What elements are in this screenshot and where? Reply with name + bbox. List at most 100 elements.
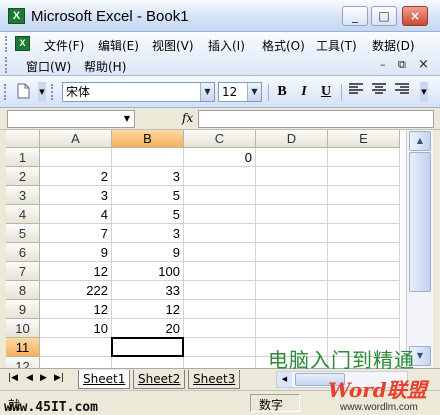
cell[interactable] <box>184 281 256 300</box>
cell[interactable] <box>256 262 328 281</box>
menu-item[interactable]: 文件(F) <box>44 37 84 54</box>
last-sheet-nav-icon[interactable]: ▶| <box>54 373 64 383</box>
cell[interactable] <box>256 186 328 205</box>
select-all-corner[interactable] <box>6 130 40 148</box>
row-header[interactable]: 4 <box>6 205 40 224</box>
font-size-select[interactable]: 12 ▼ <box>218 82 262 102</box>
next-sheet-nav-icon[interactable]: ▶ <box>40 373 47 383</box>
cell[interactable]: 222 <box>40 281 112 300</box>
menubar-grip-icon[interactable] <box>5 36 8 52</box>
doc-close-button[interactable]: × <box>418 57 429 72</box>
cell[interactable]: 9 <box>40 243 112 262</box>
row-header[interactable]: 2 <box>6 167 40 186</box>
cell[interactable] <box>328 319 400 338</box>
row-header[interactable]: 3 <box>6 186 40 205</box>
first-sheet-nav-icon[interactable]: |◀ <box>8 373 18 383</box>
doc-restore-button[interactable]: ⧉ <box>398 58 406 72</box>
toolbar-grip-2-icon[interactable] <box>51 84 54 100</box>
active-cell-selection[interactable] <box>111 337 184 357</box>
align-center-icon[interactable] <box>370 83 388 101</box>
toolbar-overflow-chevron-icon[interactable]: ▼ <box>420 82 428 102</box>
cell[interactable] <box>256 148 328 167</box>
vertical-scrollbar[interactable]: ▲ ▼ <box>406 130 433 368</box>
cell[interactable] <box>328 224 400 243</box>
italic-button[interactable]: I <box>295 83 313 101</box>
doc-minimize-button[interactable]: – <box>380 58 386 71</box>
menu-item[interactable]: 插入(I) <box>208 37 245 54</box>
cell[interactable] <box>40 357 112 368</box>
cell[interactable] <box>112 148 184 167</box>
cell[interactable]: 10 <box>40 319 112 338</box>
sheet-tab[interactable]: Sheet1 <box>78 370 131 389</box>
cell[interactable] <box>256 300 328 319</box>
row-header[interactable]: 11 <box>6 338 40 357</box>
cell[interactable] <box>328 148 400 167</box>
minimize-button[interactable]: _ <box>342 6 368 26</box>
cell[interactable] <box>112 357 184 368</box>
cell[interactable] <box>256 319 328 338</box>
cell[interactable] <box>184 205 256 224</box>
cell[interactable]: 33 <box>112 281 184 300</box>
menu-item[interactable]: 数据(D) <box>372 37 415 54</box>
cell[interactable]: 9 <box>112 243 184 262</box>
cell[interactable]: 3 <box>40 186 112 205</box>
insert-function-fx-icon[interactable]: fx <box>182 111 193 125</box>
column-header[interactable]: E <box>328 130 400 148</box>
row-header[interactable]: 6 <box>6 243 40 262</box>
font-name-chevron-down-icon[interactable]: ▼ <box>200 83 214 101</box>
excel-app-icon[interactable]: X <box>8 8 25 24</box>
bold-button[interactable]: B <box>273 83 291 101</box>
font-size-chevron-down-icon[interactable]: ▼ <box>247 83 261 101</box>
menu-item[interactable]: 窗口(W) <box>26 58 71 75</box>
menu-item[interactable]: 视图(V) <box>152 37 194 54</box>
cell[interactable] <box>328 167 400 186</box>
title-bar[interactable]: X Microsoft Excel - Book1 _ □ × <box>0 0 440 32</box>
cell[interactable] <box>184 338 256 357</box>
column-header[interactable]: A <box>40 130 112 148</box>
cell[interactable] <box>40 148 112 167</box>
row-header[interactable]: 5 <box>6 224 40 243</box>
sheet-tab[interactable]: Sheet2 <box>133 370 186 389</box>
cell[interactable] <box>184 262 256 281</box>
cell[interactable] <box>184 300 256 319</box>
align-right-icon[interactable] <box>393 83 411 101</box>
cell[interactable] <box>256 243 328 262</box>
cell[interactable] <box>328 262 400 281</box>
cell[interactable] <box>256 167 328 186</box>
cell[interactable]: 3 <box>112 167 184 186</box>
align-left-icon[interactable] <box>347 83 365 101</box>
sheet-tab[interactable]: Sheet3 <box>188 370 241 389</box>
name-box-chevron-down-icon[interactable]: ▼ <box>120 111 134 127</box>
cell[interactable]: 0 <box>184 148 256 167</box>
menu-item[interactable]: 工具(T) <box>316 37 357 54</box>
row-header[interactable]: 8 <box>6 281 40 300</box>
menubar-grip-2-icon[interactable] <box>5 57 8 73</box>
new-document-icon[interactable] <box>14 83 32 101</box>
cell[interactable] <box>256 205 328 224</box>
formula-input[interactable] <box>198 110 434 128</box>
cell[interactable] <box>328 243 400 262</box>
column-header[interactable]: D <box>256 130 328 148</box>
row-header[interactable]: 12 <box>6 357 40 368</box>
menu-item[interactable]: 格式(O) <box>262 37 305 54</box>
scroll-left-arrow-icon[interactable]: ◀ <box>277 372 292 387</box>
toolbar-options-chevron-icon[interactable]: ▼ <box>38 82 46 102</box>
scroll-up-arrow-icon[interactable]: ▲ <box>409 131 431 151</box>
cell[interactable]: 12 <box>40 300 112 319</box>
cell[interactable]: 12 <box>112 300 184 319</box>
menu-item[interactable]: 编辑(E) <box>98 37 139 54</box>
cell[interactable] <box>328 205 400 224</box>
row-header[interactable]: 1 <box>6 148 40 167</box>
cell[interactable] <box>256 281 328 300</box>
cell[interactable]: 7 <box>40 224 112 243</box>
workbook-icon[interactable]: X <box>15 36 30 51</box>
cell[interactable]: 5 <box>112 186 184 205</box>
cell[interactable] <box>184 186 256 205</box>
cell[interactable] <box>40 338 112 357</box>
cell[interactable]: 2 <box>40 167 112 186</box>
cell[interactable] <box>328 300 400 319</box>
row-header[interactable]: 10 <box>6 319 40 338</box>
menu-item[interactable]: 帮助(H) <box>84 58 126 75</box>
spreadsheet-grid[interactable]: A B C D E 1 0 2 2 3 3 3 5 4 4 5 5 7 3 6 9 9 7 12 100 8 222 33 9 12 12 1… <box>6 130 406 368</box>
row-header[interactable]: 7 <box>6 262 40 281</box>
